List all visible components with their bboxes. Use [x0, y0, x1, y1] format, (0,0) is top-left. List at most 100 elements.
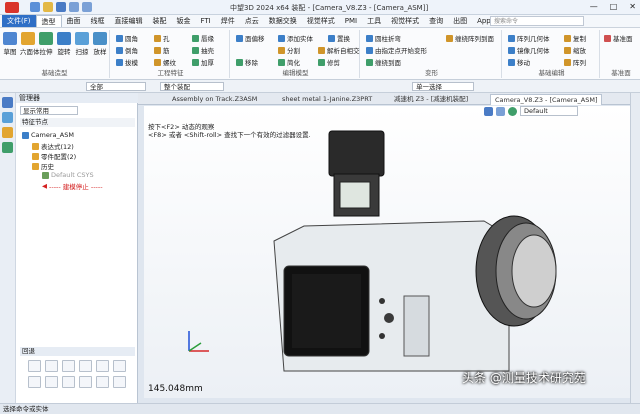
pattern-geometry-button[interactable]: 阵列几何体	[508, 33, 550, 43]
thicken-button[interactable]: 加厚	[192, 57, 214, 67]
minimize-icon[interactable]: —	[590, 2, 598, 11]
tree-csys-item[interactable]: Default CSYS	[42, 171, 94, 179]
array-button[interactable]: 阵列	[564, 57, 586, 67]
tree-expressions-item[interactable]: 表达式(12)	[32, 141, 74, 151]
camera-model[interactable]	[264, 126, 564, 376]
scale-button[interactable]: 缩放	[564, 45, 586, 55]
fast-forward-icon[interactable]	[96, 360, 109, 372]
view-select[interactable]: Default	[520, 106, 578, 116]
view-cube-icon[interactable]	[484, 106, 493, 116]
sketch-button[interactable]: 草图	[2, 32, 18, 56]
edit-icon[interactable]	[62, 376, 75, 388]
history-manager-icon[interactable]	[2, 97, 13, 108]
fillet-button[interactable]: 圆角	[116, 33, 138, 43]
tab-visual-style[interactable]: 视觉样式	[302, 15, 340, 27]
add-solid-button[interactable]: 添加实体	[278, 33, 313, 43]
new-icon[interactable]	[30, 2, 40, 12]
tab-point-cloud[interactable]: 点云	[240, 15, 264, 27]
trim-button[interactable]: 修剪	[318, 57, 340, 67]
doc-tab-camera[interactable]: Camera_V8.Z3 - [Camera_ASM]	[490, 94, 603, 105]
shell-button[interactable]: 抽壳	[192, 45, 214, 55]
modeling-stop-marker[interactable]: ◀ ----- 建模停止 -----	[42, 181, 103, 191]
rib-button[interactable]: 筋	[154, 45, 170, 55]
chamfer-button[interactable]: 倒角	[116, 45, 138, 55]
layer-manager-icon[interactable]	[2, 142, 13, 153]
sweep-button[interactable]: 扫掠	[74, 32, 90, 56]
loft-button[interactable]: 放样	[92, 32, 108, 56]
tab-direct-edit[interactable]: 直接编辑	[110, 15, 148, 27]
checkbox-icon[interactable]	[42, 171, 49, 179]
copy-button[interactable]: 复制	[564, 33, 586, 43]
tab-pmi[interactable]: PMI	[340, 15, 362, 27]
view-manager-icon[interactable]	[2, 127, 13, 138]
close-icon[interactable]: ✕	[629, 2, 636, 11]
assembly-scope-select[interactable]: 整个装配	[160, 82, 224, 91]
step-back-icon[interactable]	[62, 360, 75, 372]
tab-drawing[interactable]: 出图	[448, 15, 472, 27]
datum-plane-button[interactable]: 基准面	[604, 33, 633, 43]
hexahedron-button[interactable]: 六面体	[20, 32, 40, 56]
hole-button[interactable]: 孔	[154, 33, 170, 43]
maximize-icon[interactable]: □	[610, 2, 618, 11]
doc-tab-sheet-metal[interactable]: sheet metal 1-Janine.Z3PRT	[278, 94, 376, 105]
lip-icon	[192, 34, 199, 42]
point-deform-button[interactable]: 由指定点开始变形	[366, 45, 427, 55]
tree-history-item[interactable]: 历史	[32, 161, 54, 171]
pin-icon[interactable]	[45, 376, 58, 388]
filter-select[interactable]: 全部	[86, 82, 146, 91]
tree-root-item[interactable]: Camera_ASM	[22, 131, 74, 139]
tab-sheetmetal[interactable]: 钣金	[172, 15, 196, 27]
tab-tools[interactable]: 工具	[362, 15, 386, 27]
step-forward-icon[interactable]	[45, 360, 58, 372]
cylinder-bend-button[interactable]: 圆柱折弯	[366, 33, 401, 43]
doc-tab-reducer[interactable]: 减速机 Z3 - [减速机装配]	[390, 94, 472, 105]
app-logo-icon[interactable]	[5, 2, 19, 13]
move-button[interactable]: 移动	[508, 57, 530, 67]
draft-button[interactable]: 拔模	[116, 57, 138, 67]
file-menu-button[interactable]: 文件(F)	[2, 15, 36, 27]
tab-fti[interactable]: FTI	[196, 15, 216, 27]
wrap-face-button[interactable]: 缠绕到面	[366, 57, 401, 67]
tab-surface[interactable]: 曲面	[62, 15, 86, 27]
tab-weldment[interactable]: 焊件	[216, 15, 240, 27]
face-offset-button[interactable]: 面偏移	[236, 33, 265, 43]
tab-modeling[interactable]: 造型	[35, 15, 62, 27]
tab-wireframe[interactable]: 线框	[86, 15, 110, 27]
replace-button[interactable]: 置换	[328, 33, 350, 43]
lip-button[interactable]: 唇缘	[192, 33, 214, 43]
tree-config-item[interactable]: 零件配置(2)	[32, 151, 76, 161]
tab-view[interactable]: 视觉样式	[386, 15, 424, 27]
shading-icon[interactable]	[508, 106, 517, 116]
remove-button[interactable]: 移除	[236, 57, 258, 67]
open-icon[interactable]	[43, 2, 53, 12]
tab-inquire[interactable]: 查询	[424, 15, 448, 27]
split-button[interactable]: 分割	[278, 45, 300, 55]
3d-viewport[interactable]: Default 按下<F2> 动态的观察 <F8> 或者 <Shift-roll…	[144, 106, 630, 398]
undo-icon[interactable]	[69, 2, 79, 12]
play-icon[interactable]	[28, 360, 41, 372]
extrude-button[interactable]: 拉伸	[38, 32, 54, 56]
delete-icon[interactable]	[79, 376, 92, 388]
mirror-geometry-button[interactable]: 镜像几何体	[508, 45, 550, 55]
tab-data-exchange[interactable]: 数据交换	[264, 15, 302, 27]
simplify-button[interactable]: 简化	[278, 57, 300, 67]
doc-tab-assembly-track[interactable]: Assembly on Track.Z3ASM	[168, 94, 261, 105]
suppress-icon[interactable]	[96, 376, 109, 388]
selection-mode-select[interactable]: 单一选择	[412, 82, 474, 91]
assembly-manager-icon[interactable]	[2, 112, 13, 123]
revolve-button[interactable]: 旋转	[56, 32, 72, 56]
resolve-self-intersect-button[interactable]: 解析自相交	[318, 45, 360, 55]
tab-assembly[interactable]: 装配	[148, 15, 172, 27]
wrap-pattern-button[interactable]: 缠绕阵列到面	[446, 33, 494, 43]
end-icon[interactable]	[113, 360, 126, 372]
check-icon[interactable]	[28, 376, 41, 388]
redo-icon[interactable]	[82, 2, 92, 12]
search-input[interactable]: 搜索命令	[490, 16, 584, 26]
display-filter-select[interactable]: 显示常用	[20, 106, 78, 115]
render-mode-icon[interactable]	[496, 106, 505, 116]
resume-icon[interactable]	[113, 376, 126, 388]
right-docking-strip	[630, 93, 640, 403]
rewind-icon[interactable]	[79, 360, 92, 372]
save-icon[interactable]	[56, 2, 66, 12]
thread-button[interactable]: 螺纹	[154, 57, 176, 67]
